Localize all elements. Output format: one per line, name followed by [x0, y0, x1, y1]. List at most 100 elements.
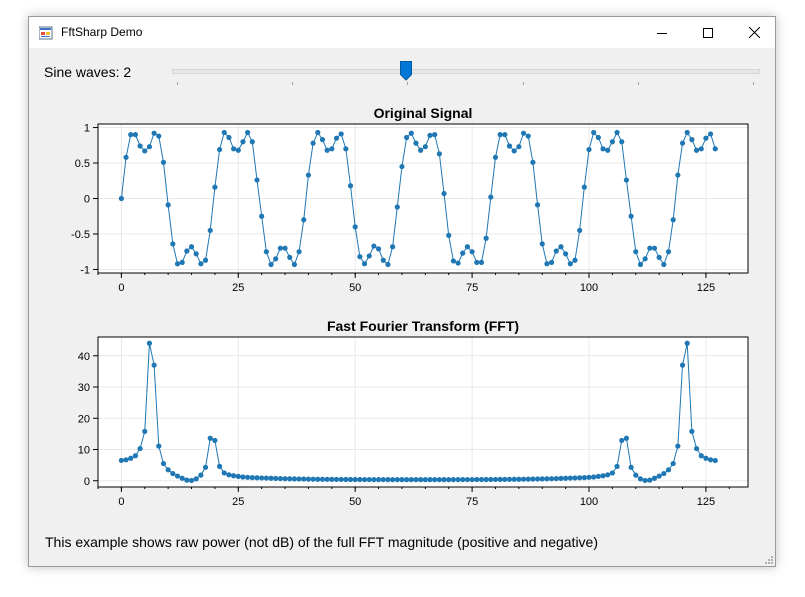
- data-point: [193, 476, 199, 482]
- data-point: [404, 134, 410, 141]
- data-point: [609, 139, 615, 145]
- close-icon: [748, 27, 760, 38]
- data-point: [305, 476, 312, 482]
- data-point: [469, 249, 475, 255]
- data-point: [366, 476, 372, 483]
- data-point: [193, 251, 199, 257]
- data-point: [263, 249, 269, 255]
- y-tick-label: -0.5: [71, 229, 90, 241]
- data-point: [698, 453, 704, 459]
- data-point: [563, 251, 569, 257]
- data-point: [184, 477, 190, 483]
- data-point: [539, 476, 545, 482]
- y-tick-label: 0.5: [75, 158, 90, 170]
- slider-tick: [522, 82, 524, 85]
- data-point: [591, 129, 597, 136]
- data-point: [357, 476, 363, 483]
- data-point: [394, 477, 400, 483]
- data-point: [530, 159, 536, 165]
- data-point: [483, 235, 489, 241]
- data-point: [240, 474, 246, 480]
- data-point: [497, 132, 503, 138]
- data-point: [661, 261, 667, 268]
- data-point: [464, 476, 471, 483]
- data-point: [254, 177, 260, 183]
- data-point: [413, 477, 419, 483]
- data-point: [581, 475, 587, 481]
- data-point: [151, 362, 157, 368]
- data-point: [614, 129, 620, 136]
- data-point: [142, 428, 148, 434]
- data-point: [558, 475, 564, 482]
- data-point: [441, 477, 447, 483]
- data-point: [427, 132, 433, 138]
- data-point: [432, 132, 438, 138]
- data-point: [357, 254, 363, 260]
- footer-description: This example shows raw power (not dB) of…: [45, 534, 598, 550]
- data-point: [712, 146, 718, 152]
- minimize-button[interactable]: [639, 17, 685, 48]
- slider-tick: [292, 82, 294, 85]
- maximize-button[interactable]: [685, 17, 731, 48]
- resize-grip-icon[interactable]: [763, 554, 773, 564]
- data-point: [577, 475, 583, 481]
- data-point: [259, 475, 265, 481]
- data-point: [287, 476, 293, 482]
- window-title: FftSharp Demo: [61, 25, 143, 39]
- data-point: [478, 476, 485, 483]
- data-point: [156, 443, 162, 449]
- data-point: [170, 470, 176, 477]
- data-point: [338, 476, 344, 483]
- title-bar[interactable]: FftSharp Demo: [29, 17, 775, 48]
- data-point: [361, 476, 368, 483]
- data-point: [614, 463, 620, 469]
- data-point: [670, 217, 676, 223]
- close-button[interactable]: [731, 17, 775, 48]
- data-point: [207, 435, 213, 441]
- data-point: [282, 245, 288, 251]
- data-point: [707, 457, 714, 463]
- data-point: [202, 464, 209, 470]
- sine-waves-label: Sine waves: 2: [44, 64, 132, 80]
- data-point: [231, 146, 237, 152]
- data-point: [301, 217, 307, 223]
- data-point: [497, 476, 503, 483]
- data-point: [221, 129, 227, 136]
- data-point: [609, 470, 615, 476]
- data-point: [347, 476, 354, 483]
- data-point: [296, 249, 302, 255]
- data-point: [516, 144, 522, 150]
- data-point: [455, 476, 461, 483]
- data-point: [160, 460, 167, 467]
- data-point: [656, 473, 662, 479]
- slider-track[interactable]: [172, 69, 760, 74]
- x-tick-label: 125: [697, 282, 715, 294]
- data-point: [235, 473, 241, 479]
- data-point: [600, 473, 606, 479]
- data-point: [506, 143, 513, 149]
- data-point: [245, 474, 251, 480]
- data-point: [287, 254, 293, 260]
- data-point: [226, 134, 232, 141]
- data-point: [712, 457, 718, 464]
- data-point: [343, 476, 349, 483]
- data-point: [198, 472, 204, 478]
- data-point: [352, 224, 358, 230]
- data-point: [595, 134, 601, 141]
- data-point: [661, 470, 667, 477]
- data-point: [474, 476, 480, 483]
- data-point: [123, 154, 129, 160]
- slider-thumb[interactable]: [400, 61, 413, 81]
- data-point: [628, 464, 634, 470]
- fft-plot: Fast Fourier Transform (FFT)0 25 50 75 100 12…: [78, 318, 749, 508]
- data-point: [254, 475, 260, 481]
- sine-waves-slider[interactable]: [172, 59, 760, 101]
- data-point: [245, 129, 251, 136]
- data-point: [577, 227, 583, 234]
- data-point: [216, 463, 223, 469]
- data-point: [572, 257, 578, 263]
- x-tick-label: 50: [349, 282, 361, 294]
- data-point: [502, 132, 508, 138]
- data-point: [296, 476, 302, 482]
- data-point: [273, 256, 279, 262]
